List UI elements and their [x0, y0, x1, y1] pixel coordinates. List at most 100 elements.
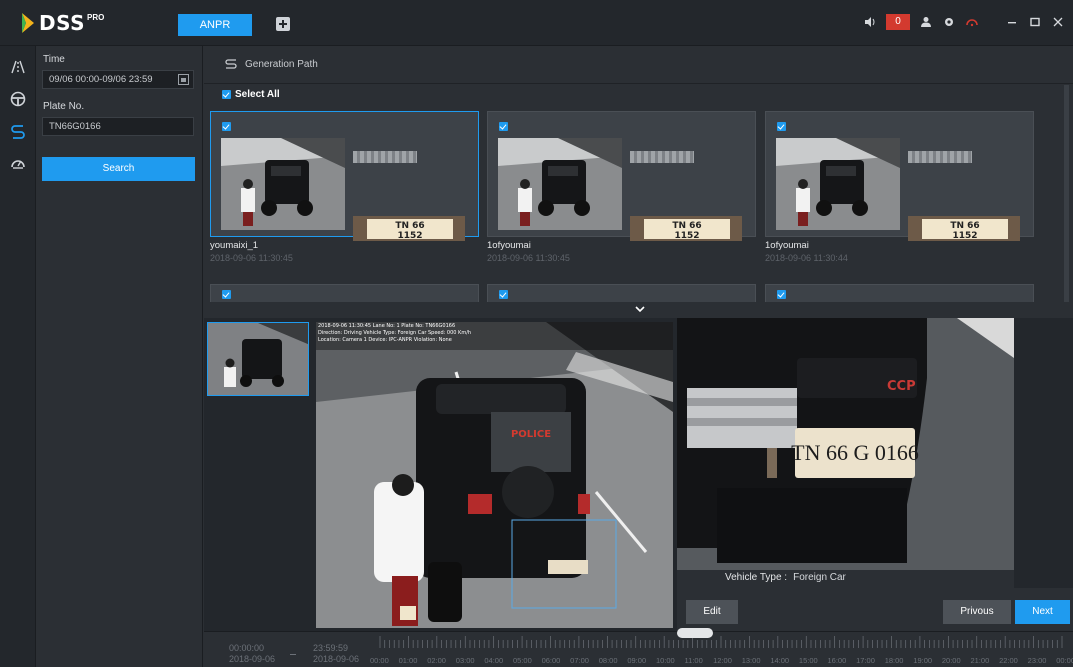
search-button[interactable]: Search — [42, 157, 195, 181]
overlay-line-1: 2018-09-06 11:30:45 Lane No: 1 Plate No:… — [318, 323, 456, 329]
search-panel: Time 09/06 00:00-09/06 23:59 Plate No. T… — [36, 46, 203, 667]
result-grid: TN 66 1152 youmaixi_1 2018-09-06 11:30:4… — [204, 104, 1066, 302]
tab-anpr[interactable]: ANPR — [178, 14, 252, 36]
main-header: Generation Path — [204, 46, 1073, 84]
calendar-icon[interactable] — [178, 74, 189, 85]
timeline-hour-label: 17:00 — [856, 656, 875, 665]
timeline-hour-label: 14:00 — [770, 656, 790, 665]
result-card[interactable]: TN 66 1152 — [210, 111, 479, 241]
timeline-hour-label: 09:00 — [627, 656, 647, 665]
network-alert-icon[interactable] — [965, 15, 979, 29]
timeline-hour-labels: 00:00 01:00 02:00 03:00 04:00 05:00 06:00 07:00… — [370, 656, 1073, 665]
timeline-hour-label: 03:00 — [455, 656, 475, 665]
card-checkbox[interactable] — [222, 122, 231, 131]
result-card-partial[interactable] — [487, 284, 756, 302]
timeline-hour-label: 10:00 — [655, 656, 675, 665]
card-checkbox[interactable] — [222, 290, 231, 299]
timeline-hour-label: 20:00 — [941, 656, 961, 665]
plate-zoom-image: CCP TN 66 G 0166 — [677, 318, 1014, 570]
card-checkbox[interactable] — [499, 122, 508, 131]
timeline-start: 00:00:00 2018-09-06 — [229, 643, 275, 665]
result-card-partial[interactable] — [765, 284, 1034, 302]
plate-crop: TN 66 1152 — [630, 216, 742, 241]
card-checkbox[interactable] — [777, 122, 786, 131]
speedometer-icon[interactable] — [9, 154, 27, 172]
card-camera-name: youmaixi_1 — [210, 240, 259, 251]
minimize-icon[interactable] — [1005, 15, 1019, 29]
card-camera-name: 1ofyoumai — [765, 240, 809, 251]
route-icon[interactable] — [9, 122, 27, 140]
previous-button[interactable]: Privous — [943, 600, 1011, 624]
timeline-hour-label: 15:00 — [798, 656, 818, 665]
add-tab-icon[interactable] — [276, 17, 290, 31]
timeline-hour-label: 08:00 — [598, 656, 618, 665]
select-all-checkbox[interactable]: Select All — [222, 89, 280, 100]
card-timestamp: 2018-09-06 11:30:45 — [487, 253, 570, 263]
plate-text-top: TN 66 — [950, 221, 979, 231]
result-card[interactable]: TN 66 1152 — [765, 111, 1034, 241]
road-icon[interactable] — [9, 58, 27, 76]
timeline-hour-label: 22:00 — [999, 656, 1018, 665]
grid-scrollbar[interactable] — [1064, 85, 1069, 302]
timeline-hour-label: 07:00 — [570, 656, 589, 665]
timeline-start-date: 2018-09-06 — [229, 654, 276, 664]
timeline-hour-label: 11:00 — [684, 656, 703, 665]
timeline-hour-label: 23:00 — [1027, 656, 1047, 665]
edit-button[interactable]: Edit — [686, 600, 738, 624]
snapshot-thumbnail[interactable] — [207, 322, 309, 396]
gear-icon[interactable] — [942, 15, 956, 29]
overlay-line-2: Direction: Driving Vehicle Type: Foreign… — [318, 330, 472, 336]
next-button[interactable]: Next — [1015, 600, 1070, 624]
plate-text-bottom: 1152 — [952, 231, 977, 241]
generation-path-button[interactable]: Generation Path — [224, 58, 318, 70]
timeline-hour-label: 05:00 — [512, 656, 532, 665]
select-all-label: Select All — [235, 89, 280, 100]
timeline-range-dash — [290, 654, 296, 655]
timeline-hour-label: 02:00 — [427, 656, 446, 665]
alarm-count-badge[interactable]: 0 — [886, 14, 910, 30]
ccp-text: CCP — [887, 379, 916, 394]
plate-label: Plate No. — [43, 101, 85, 112]
timeline-hour-label: 06:00 — [541, 656, 561, 665]
title-bar: DSS PRO ANPR 0 — [0, 0, 1073, 46]
timeline-scrubber-handle[interactable] — [677, 628, 713, 638]
vehicle-type-row: Vehicle Type : Foreign Car — [677, 570, 1014, 588]
overlay-line-3: Location: Camera 1 Device: IPC-ANPR Viol… — [318, 337, 452, 343]
chevron-down-icon — [635, 306, 645, 313]
module-rail — [0, 46, 36, 667]
card-timestamp: 2018-09-06 11:30:45 — [210, 253, 293, 263]
timeline-hour-label: 13:00 — [741, 656, 761, 665]
timeline-track[interactable] — [378, 634, 1064, 652]
maximize-icon[interactable] — [1028, 15, 1042, 29]
plate-zoom-text: TN 66 G 0166 — [791, 440, 919, 465]
timeline-hour-label: 00:00 — [1056, 656, 1073, 665]
collapse-toggle[interactable] — [607, 302, 673, 318]
plate-number-input[interactable]: TN66G0166 — [42, 117, 194, 136]
generation-path-label: Generation Path — [245, 58, 318, 70]
result-card-partial[interactable] — [210, 284, 479, 302]
card-timestamp: 2018-09-06 11:30:44 — [765, 253, 848, 263]
user-icon[interactable] — [919, 15, 933, 29]
timeline-hour-label: 18:00 — [884, 656, 904, 665]
plate-text-bottom: 1152 — [674, 231, 699, 241]
plate-crop: TN 66 1152 — [353, 216, 465, 241]
full-vehicle-image: POLICE 2018-09-06 11:30:45 Lane No: 1 Pl… — [316, 322, 673, 628]
speaker-icon[interactable] — [863, 15, 877, 29]
timeline-hour-label: 12:00 — [713, 656, 732, 665]
time-range-field[interactable]: 09/06 00:00-09/06 23:59 — [42, 70, 194, 89]
steering-wheel-icon[interactable] — [9, 90, 27, 108]
blurred-plate-text — [353, 151, 417, 163]
close-icon[interactable] — [1051, 15, 1065, 29]
result-card[interactable]: TN 66 1152 — [487, 111, 756, 241]
plate-crop: TN 66 1152 — [908, 216, 1020, 241]
vehicle-type-value: Foreign Car — [793, 572, 846, 583]
timeline-hour-label: 04:00 — [484, 656, 504, 665]
timeline-end-time: 23:59:59 — [313, 643, 349, 653]
card-checkbox[interactable] — [499, 290, 508, 299]
card-checkbox[interactable] — [777, 290, 786, 299]
timeline-hour-label: 21:00 — [970, 656, 990, 665]
timeline-hour-label: 01:00 — [398, 656, 418, 665]
timeline-end-date: 2018-09-06 — [313, 654, 360, 664]
time-label: Time — [43, 54, 65, 65]
